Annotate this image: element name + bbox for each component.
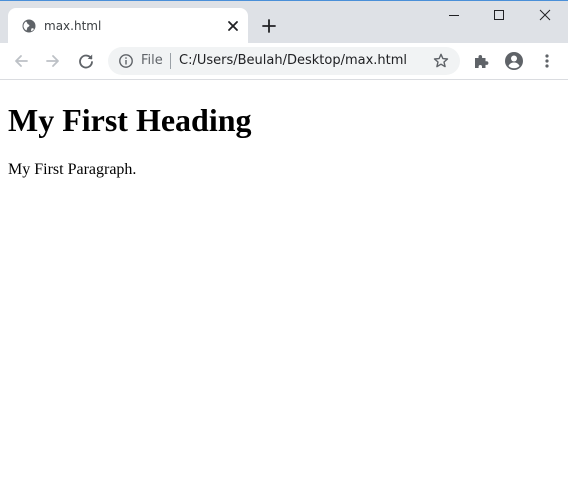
page-paragraph: My First Paragraph. <box>8 161 137 178</box>
page-content: My First Heading My First Paragraph. <box>0 80 568 478</box>
puzzle-icon[interactable] <box>472 52 490 70</box>
omnibox-separator <box>170 53 171 69</box>
scheme-label: File <box>141 53 163 68</box>
address-bar[interactable]: File C:/Users/Beulah/Desktop/max.html <box>108 47 460 75</box>
globe-icon <box>21 18 37 34</box>
browser-toolbar: File C:/Users/Beulah/Desktop/max.html <box>0 43 568 79</box>
page-heading: My First Heading <box>8 102 252 138</box>
tab-title: max.html <box>44 19 102 33</box>
url-text[interactable]: C:/Users/Beulah/Desktop/max.html <box>179 53 407 69</box>
account-icon[interactable] <box>504 51 524 71</box>
star-icon[interactable] <box>432 52 450 70</box>
reload-icon[interactable] <box>77 52 95 70</box>
back-arrow-icon[interactable] <box>12 52 30 70</box>
forward-arrow-icon[interactable] <box>44 52 62 70</box>
tab-strip: max.html <box>0 1 568 43</box>
window-close-icon[interactable] <box>537 7 553 23</box>
minimize-icon[interactable] <box>446 7 462 23</box>
maximize-icon[interactable] <box>491 7 507 23</box>
info-icon[interactable] <box>118 53 134 69</box>
close-icon[interactable] <box>226 19 240 33</box>
plus-icon[interactable] <box>261 18 277 34</box>
kebab-menu-icon[interactable] <box>538 52 556 70</box>
tab-active[interactable]: max.html <box>8 8 248 43</box>
